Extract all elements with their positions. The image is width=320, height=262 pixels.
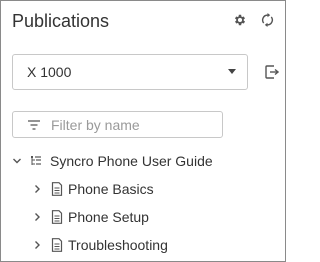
chevron-right-icon[interactable] xyxy=(31,211,43,223)
panel-title: Publications xyxy=(12,11,110,31)
open-external-icon[interactable] xyxy=(263,63,281,81)
document-icon xyxy=(50,237,64,253)
publication-select-value: X 1000 xyxy=(27,64,72,80)
publication-select[interactable]: X 1000 xyxy=(12,54,248,90)
tree-item-root[interactable]: Syncro Phone User Guide xyxy=(11,151,213,171)
caret-down-icon xyxy=(228,69,236,74)
filter-icon xyxy=(28,120,40,130)
sync-icon[interactable] xyxy=(258,11,276,29)
map-tree-icon xyxy=(29,153,43,169)
tree-item-label: Phone Setup xyxy=(68,209,149,225)
tree-item-phone-basics[interactable]: Phone Basics xyxy=(31,179,154,199)
chevron-right-icon[interactable] xyxy=(31,183,43,195)
tree-item-label: Phone Basics xyxy=(68,181,154,197)
publications-panel: Publications X 1000 Filter by name Syncr… xyxy=(0,0,286,262)
chevron-down-icon[interactable] xyxy=(11,155,23,167)
tree-item-label: Troubleshooting xyxy=(68,237,168,253)
tree-item-troubleshooting[interactable]: Troubleshooting xyxy=(31,235,168,255)
tree-item-label: Syncro Phone User Guide xyxy=(50,153,213,169)
document-icon xyxy=(50,181,64,197)
document-icon xyxy=(50,209,64,225)
filter-input[interactable] xyxy=(51,114,219,136)
gear-icon[interactable] xyxy=(231,11,249,29)
tree-item-phone-setup[interactable]: Phone Setup xyxy=(31,207,149,227)
filter-field xyxy=(12,111,223,138)
chevron-right-icon[interactable] xyxy=(31,239,43,251)
